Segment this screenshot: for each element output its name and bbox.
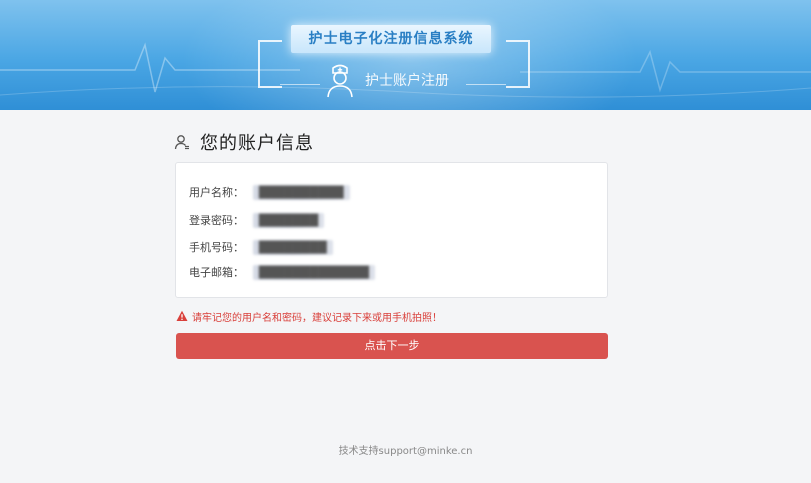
phone-value: ████████ (253, 239, 333, 255)
user-icon (174, 135, 189, 150)
system-title: 护士电子化注册信息系统 (291, 25, 491, 53)
phone-label: 手机号码： (189, 241, 244, 254)
info-row-email: 电子邮箱： █████████████ (189, 262, 375, 282)
warning-text: 请牢记您的用户名和密码，建议记录下来或用手机拍照！ (192, 312, 442, 324)
email-label: 电子邮箱： (189, 266, 244, 279)
password-label: 登录密码： (189, 214, 244, 227)
email-value: █████████████ (253, 264, 375, 280)
nurse-icon (327, 64, 353, 98)
title-bracket-right (506, 40, 530, 88)
heartbeat-wave-decoration (0, 42, 811, 98)
info-row-username: 用户名称： ██████████ (189, 182, 350, 202)
next-step-button[interactable]: 点击下一步 (176, 333, 608, 359)
register-subtitle: 护士账户注册 (365, 73, 449, 89)
username-value: ██████████ (253, 184, 350, 200)
bracket-line-left (280, 84, 320, 85)
warning-triangle-icon (176, 310, 188, 321)
account-info-card: 用户名称： ██████████ 登录密码： ███████ 手机号码： ███… (175, 162, 608, 298)
warning-message: 请牢记您的用户名和密码，建议记录下来或用手机拍照！ (176, 308, 442, 324)
title-bracket-left (258, 40, 282, 88)
header-banner: 护士电子化注册信息系统 护士账户注册 (0, 0, 811, 110)
bracket-line-right (466, 84, 506, 85)
section-title: 您的账户信息 (200, 133, 314, 154)
footer-support: 技术支持support@minke.cn (338, 446, 473, 457)
section-header: 您的账户信息 (174, 130, 314, 154)
username-label: 用户名称： (189, 186, 244, 199)
info-row-phone: 手机号码： ████████ (189, 237, 333, 257)
info-row-password: 登录密码： ███████ (189, 210, 325, 230)
password-value: ███████ (253, 212, 325, 228)
